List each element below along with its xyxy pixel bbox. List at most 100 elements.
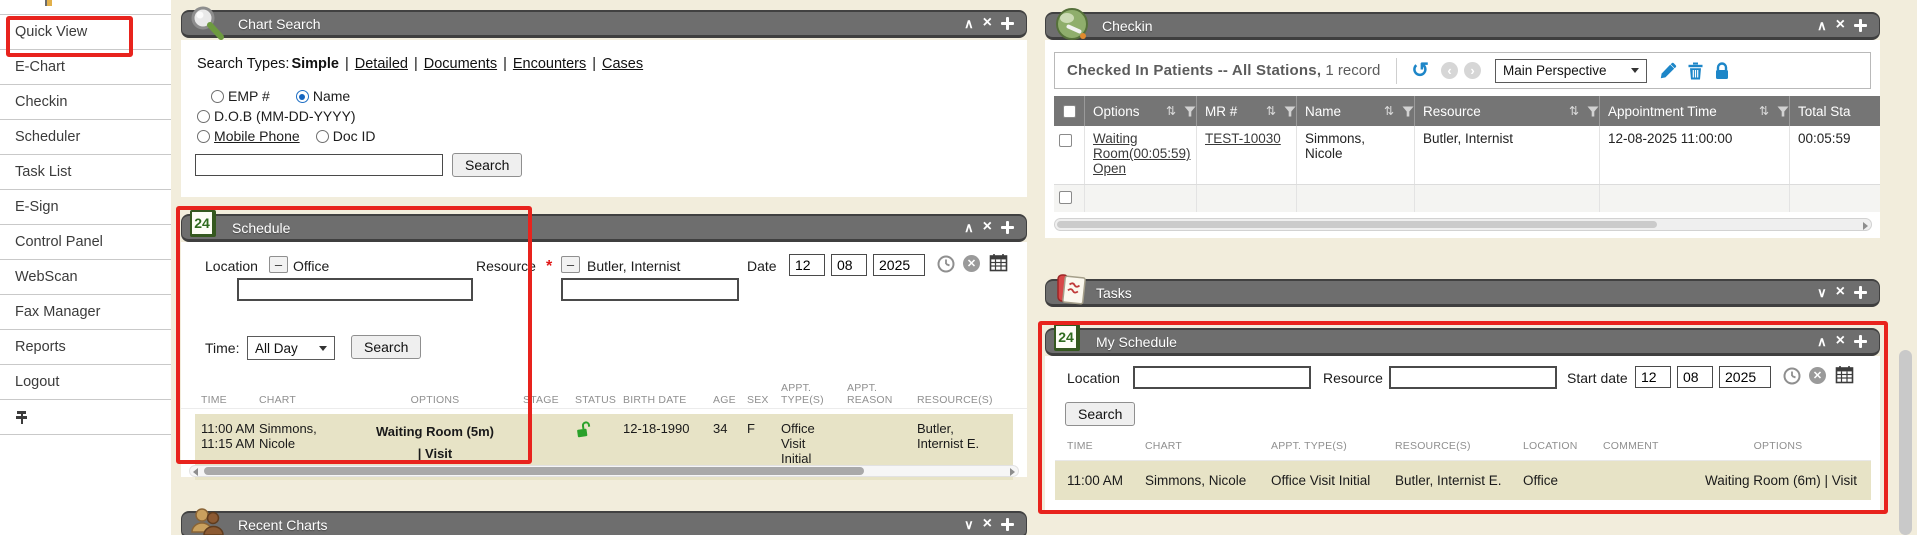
- time-select[interactable]: All Day: [247, 336, 335, 360]
- sidebar-item-scheduler[interactable]: Scheduler: [0, 120, 171, 155]
- close-icon[interactable]: ×: [1836, 284, 1845, 300]
- emp-radio[interactable]: [211, 90, 224, 103]
- search-type-encounters[interactable]: Encounters: [513, 56, 586, 72]
- collapse-icon[interactable]: ∧: [1817, 19, 1827, 32]
- schedule-search-button[interactable]: Search: [351, 335, 421, 359]
- resource-input[interactable]: [561, 278, 739, 301]
- select-all-checkbox[interactable]: [1063, 105, 1076, 118]
- location-input[interactable]: [237, 278, 473, 301]
- sidebar-item-quick-view[interactable]: Quick View: [0, 15, 171, 50]
- resource-collapse-button[interactable]: –: [561, 256, 580, 273]
- calendar-picker-icon[interactable]: [1835, 365, 1854, 384]
- move-icon[interactable]: [1001, 17, 1014, 30]
- filter-icon[interactable]: [1284, 106, 1296, 117]
- scrollbar-thumb[interactable]: [204, 467, 864, 475]
- lock-icon[interactable]: [1714, 62, 1730, 80]
- date-year-input[interactable]: [873, 254, 925, 276]
- col-resource[interactable]: Resource⇅: [1414, 96, 1599, 126]
- filter-icon[interactable]: [1402, 106, 1414, 117]
- search-type-detailed[interactable]: Detailed: [355, 56, 408, 72]
- move-icon[interactable]: [1001, 221, 1014, 234]
- mobile-phone-radio[interactable]: [197, 130, 210, 143]
- dob-radio[interactable]: [197, 110, 210, 123]
- clear-date-icon[interactable]: ✕: [1809, 367, 1826, 384]
- name-radio[interactable]: [296, 90, 309, 103]
- refresh-icon[interactable]: ↺: [1411, 58, 1429, 83]
- scroll-left-arrow[interactable]: [193, 468, 198, 476]
- row-checkbox[interactable]: [1059, 191, 1072, 204]
- scroll-right-arrow[interactable]: [1010, 468, 1015, 476]
- calendar-picker-icon[interactable]: [989, 253, 1008, 272]
- resource-input[interactable]: [1389, 366, 1557, 389]
- filter-icon[interactable]: [1184, 106, 1196, 117]
- sort-icon[interactable]: ⇅: [1759, 104, 1769, 118]
- sort-icon[interactable]: ⇅: [1266, 104, 1276, 118]
- close-icon[interactable]: ×: [983, 516, 992, 532]
- move-icon[interactable]: [1001, 518, 1014, 531]
- search-type-simple[interactable]: Simple: [291, 56, 339, 72]
- sort-icon[interactable]: ⇅: [1166, 104, 1176, 118]
- col-options[interactable]: Options⇅: [1084, 96, 1196, 126]
- horizontal-scrollbar[interactable]: [1054, 218, 1872, 231]
- move-icon[interactable]: [1854, 19, 1867, 32]
- sidebar-item-e-sign[interactable]: E-Sign: [0, 190, 171, 225]
- clock-icon[interactable]: [937, 255, 955, 273]
- close-icon[interactable]: ×: [1836, 333, 1845, 349]
- sidebar-item-control-panel[interactable]: Control Panel: [0, 225, 171, 260]
- search-type-cases[interactable]: Cases: [602, 56, 643, 72]
- next-perspective-icon[interactable]: ›: [1464, 62, 1481, 79]
- my-schedule-table-row[interactable]: 11:00 AM Simmons, Nicole Office Visit In…: [1055, 460, 1871, 500]
- checkin-table-row[interactable]: Waiting Room(00:05:59) Open TEST-10030 S…: [1054, 126, 1880, 185]
- clear-date-icon[interactable]: ✕: [963, 255, 980, 272]
- col-appointment-time[interactable]: Appointment Time⇅: [1599, 96, 1789, 126]
- close-icon[interactable]: ×: [983, 219, 992, 235]
- vertical-scrollbar-thumb[interactable]: [1899, 350, 1912, 535]
- edit-pencil-icon[interactable]: [1659, 62, 1677, 80]
- start-date-year-input[interactable]: [1719, 366, 1771, 388]
- start-date-month-input[interactable]: [1635, 366, 1671, 388]
- collapse-icon[interactable]: ∧: [1817, 335, 1827, 348]
- unlocked-padlock-icon[interactable]: [575, 421, 619, 438]
- prev-perspective-icon[interactable]: ‹: [1441, 62, 1458, 79]
- scroll-right-arrow[interactable]: [1863, 222, 1868, 230]
- close-icon[interactable]: ×: [1836, 17, 1845, 33]
- sidebar-item-checkin[interactable]: Checkin: [0, 85, 171, 120]
- col-name[interactable]: Name⇅: [1296, 96, 1414, 126]
- mr-number-link[interactable]: TEST-10030: [1205, 131, 1281, 146]
- row-checkbox[interactable]: [1059, 134, 1072, 147]
- sort-icon[interactable]: ⇅: [1384, 104, 1394, 118]
- close-icon[interactable]: ×: [983, 15, 992, 31]
- cell-options[interactable]: Waiting Room (6m) | Visit: [1693, 473, 1871, 488]
- date-day-input[interactable]: [831, 254, 867, 276]
- date-month-input[interactable]: [789, 254, 825, 276]
- location-input[interactable]: [1133, 366, 1311, 389]
- waiting-room-link[interactable]: Waiting Room(00:05:59): [1093, 131, 1191, 161]
- sidebar-item-task-list[interactable]: Task List: [0, 155, 171, 190]
- sidebar-item-reports[interactable]: Reports: [0, 330, 171, 365]
- expand-icon[interactable]: ∨: [964, 518, 974, 531]
- perspective-select[interactable]: Main Perspective: [1495, 59, 1647, 83]
- horizontal-scrollbar[interactable]: [189, 465, 1019, 477]
- sidebar-item-fax-manager[interactable]: Fax Manager: [0, 295, 171, 330]
- col-total-station[interactable]: Total Sta: [1789, 96, 1880, 126]
- filter-icon[interactable]: [1587, 106, 1599, 117]
- delete-trash-icon[interactable]: [1687, 62, 1704, 80]
- sort-icon[interactable]: ⇅: [1569, 104, 1579, 118]
- collapse-icon[interactable]: ∧: [964, 221, 974, 234]
- scrollbar-thumb[interactable]: [1057, 221, 1657, 228]
- collapse-icon[interactable]: ∧: [964, 17, 974, 30]
- start-date-day-input[interactable]: [1677, 366, 1713, 388]
- filter-icon[interactable]: [1777, 106, 1789, 117]
- search-type-documents[interactable]: Documents: [424, 56, 497, 72]
- chart-search-button[interactable]: Search: [452, 153, 522, 177]
- doc-id-radio[interactable]: [316, 130, 329, 143]
- sidebar-pin-toggle[interactable]: [0, 400, 171, 435]
- sidebar-item-webscan[interactable]: WebScan: [0, 260, 171, 295]
- move-icon[interactable]: [1854, 335, 1867, 348]
- open-link[interactable]: Open: [1093, 161, 1126, 176]
- chart-search-input[interactable]: [195, 154, 443, 176]
- col-mr[interactable]: MR #⇅: [1196, 96, 1296, 126]
- my-schedule-search-button[interactable]: Search: [1065, 402, 1135, 426]
- move-icon[interactable]: [1854, 286, 1867, 299]
- sidebar-item-logout[interactable]: Logout: [0, 365, 171, 400]
